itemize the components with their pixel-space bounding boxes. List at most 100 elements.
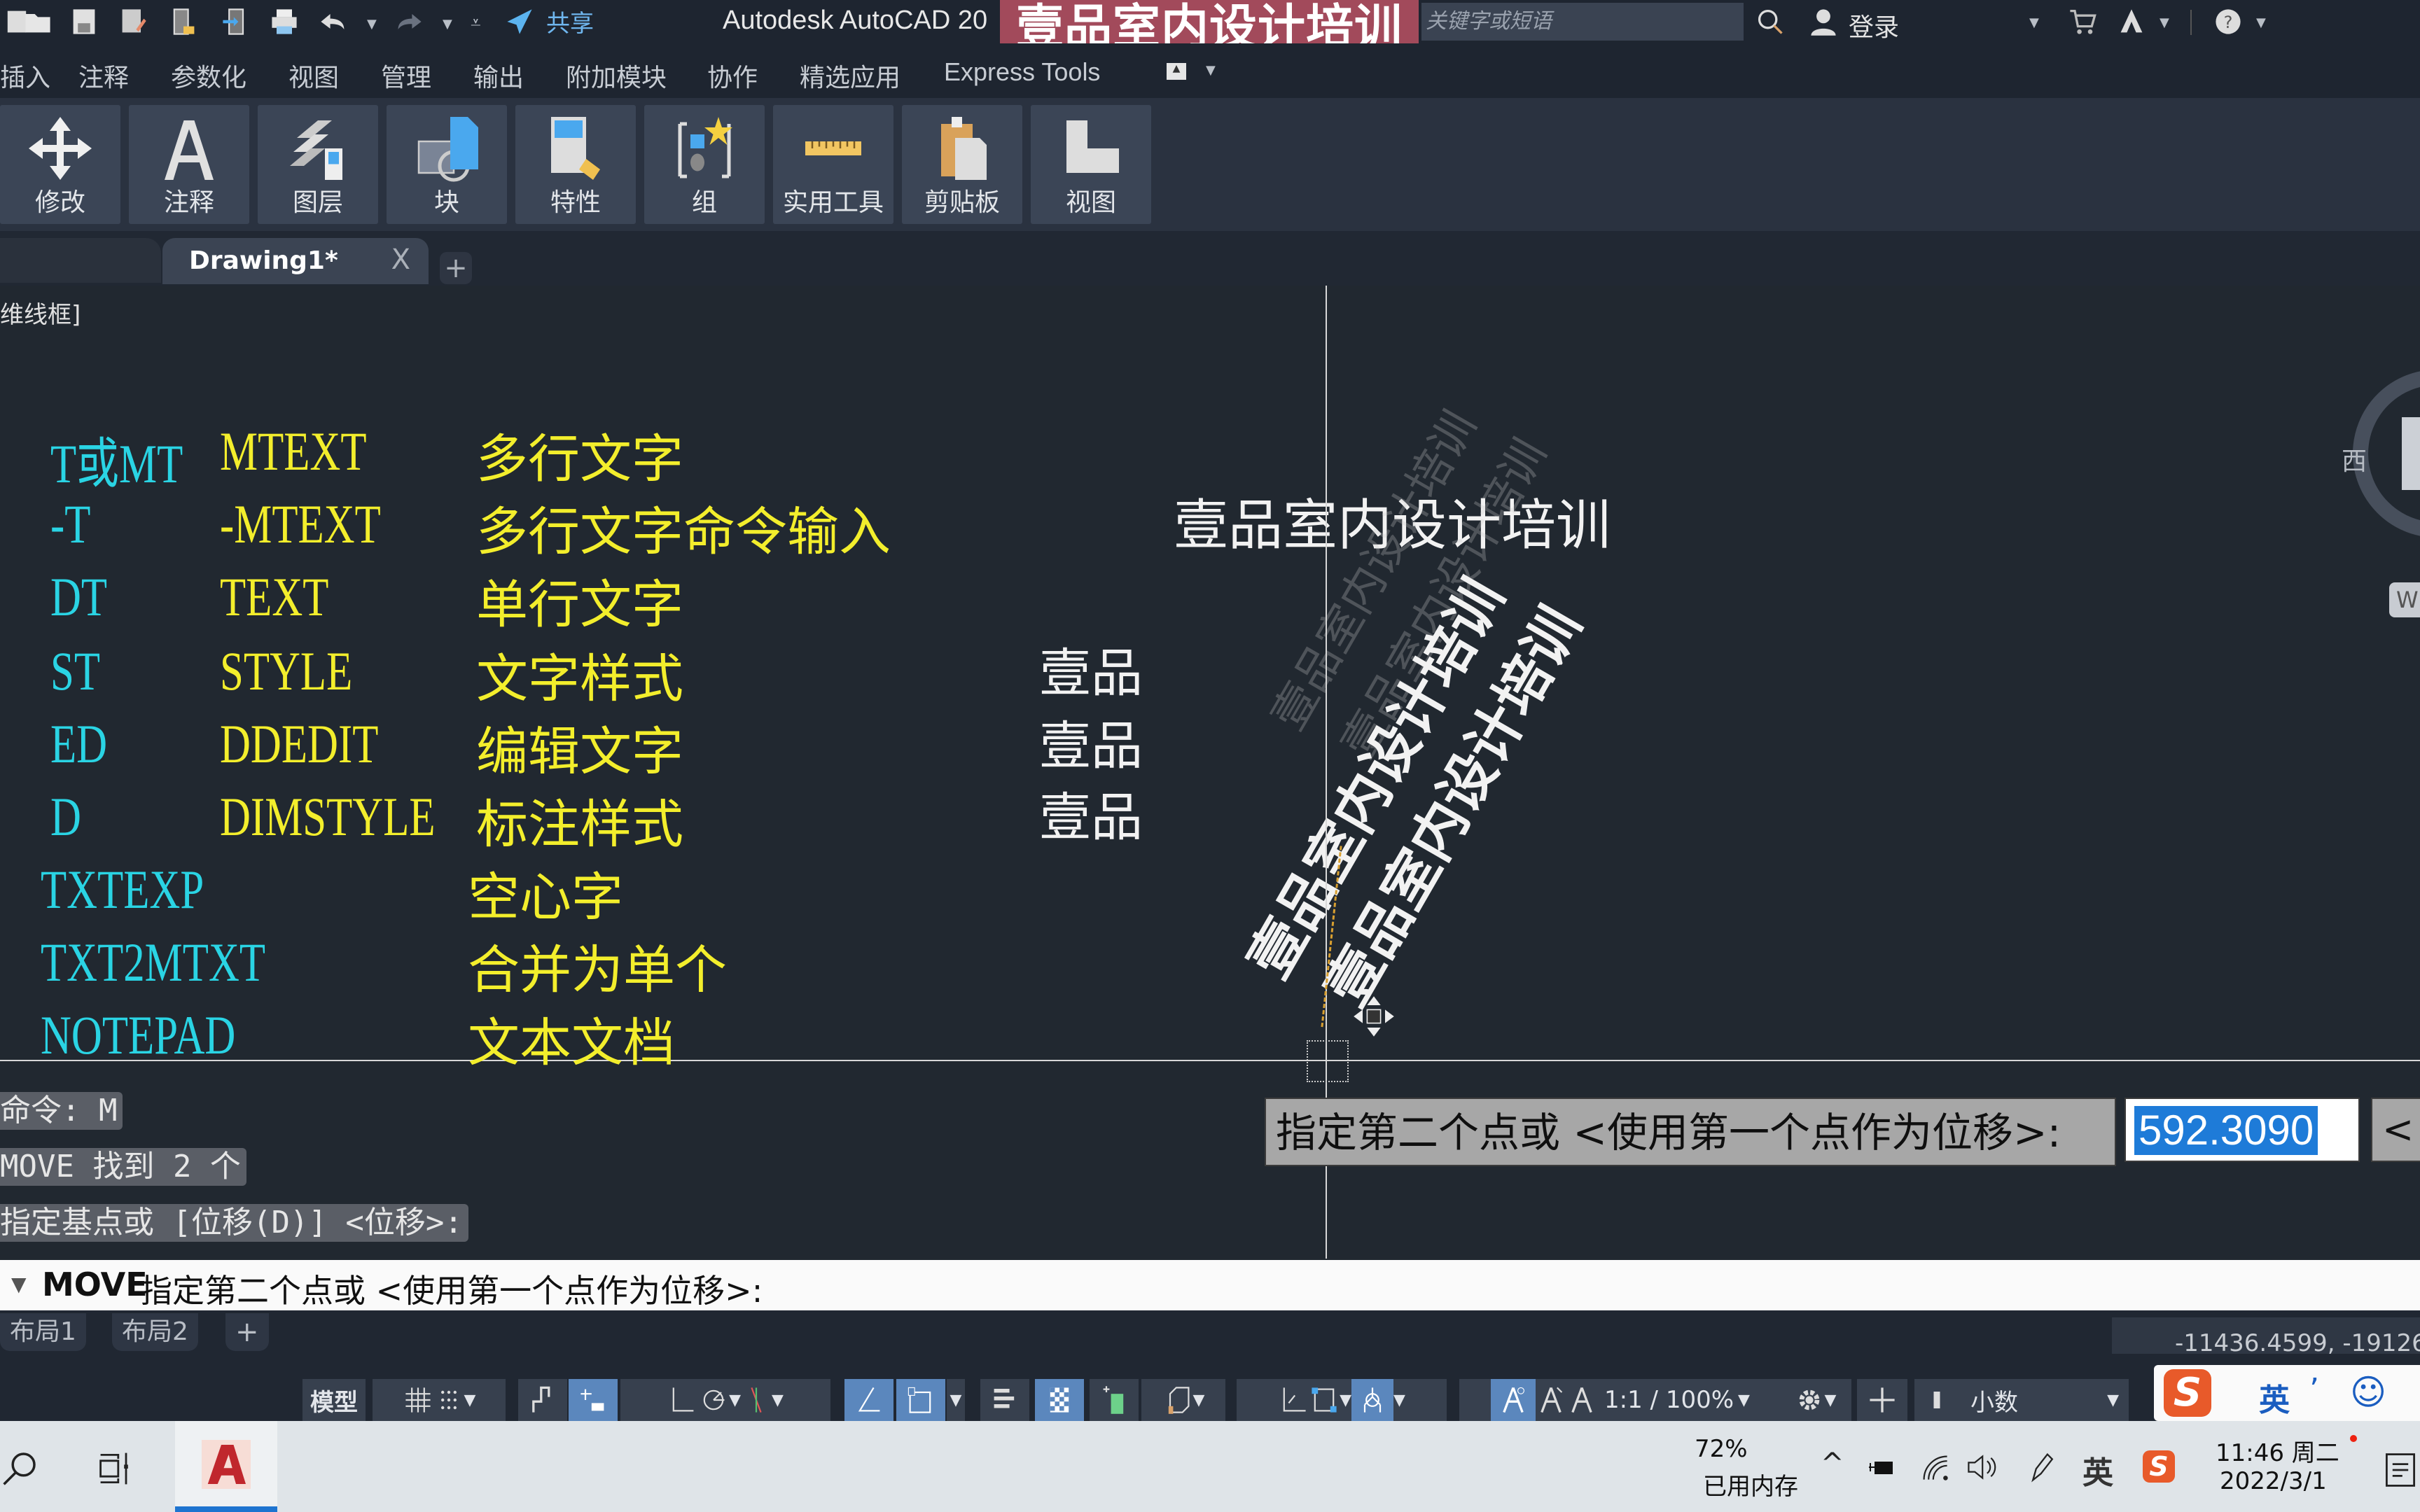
open-sheet-icon[interactable] [167,6,200,38]
command-name[interactable]: -MTEXT [220,493,381,556]
panel-clipboard[interactable]: 剪贴板 [902,105,1022,224]
annotation-visibility-toggle[interactable] [1491,1379,1536,1421]
sogou-tray-icon[interactable]: S [2143,1450,2175,1483]
annotation-scale-icon[interactable] [1566,1385,1597,1415]
units-dropdown[interactable]: 小数 ▼ [1914,1379,2129,1421]
share-icon[interactable] [503,6,536,38]
tab-parametric[interactable]: 参数化 [171,57,246,94]
command-description[interactable]: 单行文字 [476,563,683,638]
autodesk-dropdown-icon[interactable]: ▼ [2160,15,2169,30]
search-input[interactable]: 关键字或短语 [1421,3,1744,41]
redo-dropdown-icon[interactable]: ▼ [443,17,452,31]
dynamic-input-value[interactable]: 592.3090 [2134,1106,2318,1155]
tab-collaborate[interactable]: 协作 [707,57,758,94]
tab-layout1[interactable]: 布局1 [0,1313,86,1351]
workspace-switch[interactable]: ▼ [1779,1379,1851,1421]
clock-date[interactable]: 2022/3/1 [2220,1467,2327,1495]
tab-output[interactable]: 输出 [473,57,524,94]
command-name[interactable]: MTEXT [220,420,367,483]
snap-icon[interactable] [433,1385,464,1415]
polar-icon[interactable] [698,1385,729,1415]
object-snap-tracking-toggle[interactable] [844,1379,893,1421]
wcs-button[interactable]: W [2389,582,2420,617]
express-description[interactable]: 合并为单个 [468,928,727,1003]
command-description[interactable]: 编辑文字 [476,710,683,785]
tray-ime-icon[interactable]: 英 [2082,1448,2113,1492]
open-icon[interactable] [21,6,55,38]
command-description[interactable]: 文字样式 [476,637,683,712]
model-space-button[interactable]: 模型 [302,1379,366,1421]
autodesk-app-icon[interactable] [2115,6,2148,38]
undo-icon[interactable] [317,6,350,38]
short-text[interactable]: 壹品 [1039,631,1143,706]
customize-quick-access-icon[interactable]: ⩡ [471,13,481,34]
polar-dropdown-icon[interactable]: ▼ [729,1392,741,1409]
command-name[interactable]: DDEDIT [220,713,378,776]
tab-drawing1[interactable]: Drawing1* X [162,238,429,284]
tab-insert[interactable]: 插入 [0,57,50,94]
isodraft-icon[interactable] [741,1385,772,1415]
sogou-logo-icon[interactable]: S [2164,1369,2211,1417]
command-description[interactable]: 多行文字命令输入 [476,490,891,565]
command-name[interactable]: STYLE [220,640,352,703]
dynamic-ucs-icon[interactable] [1278,1385,1309,1415]
scale-dropdown-icon[interactable]: ▼ [1738,1392,1750,1409]
ribbon-dropdown-icon[interactable]: ▼ [1206,63,1216,78]
command-alias[interactable]: T或MT [50,420,183,498]
view-style-label[interactable]: 维线框] [0,295,81,330]
dynamic-input-toggle[interactable] [569,1379,618,1421]
help-dropdown-icon[interactable]: ▼ [2256,15,2266,30]
login-button[interactable]: 登录 [1849,7,1899,43]
command-alias[interactable]: ST [50,640,100,703]
share-button[interactable]: 共享 [546,4,594,38]
panel-properties[interactable]: 特性 [515,105,636,224]
command-description[interactable]: 标注样式 [476,783,683,858]
command-alias[interactable]: ED [50,713,107,776]
panel-view[interactable]: 视图 [1031,105,1151,224]
help-icon[interactable]: ? [2211,6,2245,38]
command-line[interactable]: ▼ MOVE 指定第二个点或 <使用第一个点作为位移>: [0,1260,2420,1310]
transparency-toggle[interactable] [1035,1379,1084,1421]
login-dropdown-icon[interactable]: ▼ [2029,15,2039,30]
gizmo-toggle[interactable] [1351,1379,1393,1421]
battery-icon[interactable] [1865,1453,1898,1481]
panel-annotation[interactable]: 注释 [129,105,249,224]
selection-cycling-toggle[interactable] [1090,1379,1139,1421]
notification-center-icon[interactable] [2381,1449,2420,1491]
3d-osnap-group[interactable]: ▼ [1141,1379,1225,1421]
isodraft-dropdown-icon[interactable]: ▼ [772,1392,784,1409]
close-icon[interactable]: X [391,244,410,276]
infer-constraints-button[interactable] [518,1379,567,1421]
snap-dropdown-icon[interactable]: ▼ [464,1392,476,1409]
command-description[interactable]: 多行文字 [476,417,683,492]
search-icon[interactable] [1753,6,1787,38]
annotation-monitor-button[interactable] [1857,1379,1907,1421]
grid-icon[interactable] [403,1385,433,1415]
command-alias[interactable]: DT [50,566,107,629]
wifi-icon[interactable] [1919,1452,1951,1483]
panel-block[interactable]: 块 [387,105,507,224]
express-description[interactable]: 空心字 [468,855,623,930]
panel-modify[interactable]: 修改 [0,105,120,224]
save-as-icon[interactable] [116,6,150,38]
object-snap-toggle[interactable] [896,1379,945,1421]
tab-manage[interactable]: 管理 [381,57,431,94]
taskbar-autocad[interactable] [175,1421,277,1512]
print-icon[interactable] [267,6,301,38]
tab-view[interactable]: 视图 [288,57,339,94]
save-icon[interactable] [67,6,101,38]
redo-icon[interactable] [392,6,426,38]
ime-toolbar[interactable]: S 英 ’ ☺ [2154,1365,2420,1421]
short-text[interactable]: 壹品 [1039,704,1143,779]
annotation-scale-dropdown[interactable]: 1:1 / 100% [1604,1386,1734,1414]
tab-addins[interactable]: 附加模块 [566,57,667,94]
command-alias[interactable]: D [50,785,81,848]
viewcube-west-label[interactable]: 西 [2342,441,2367,477]
osnap-dropdown[interactable]: ▼ [947,1379,965,1421]
short-text[interactable]: 壹品 [1039,776,1143,850]
panel-group[interactable]: 组 [644,105,765,224]
selection-filter-dropdown-icon[interactable]: ▼ [1340,1392,1351,1409]
panel-utilities[interactable]: 实用工具 [773,105,893,224]
tab-layout2[interactable]: 布局2 [112,1313,198,1351]
undo-dropdown-icon[interactable]: ▼ [367,17,377,31]
